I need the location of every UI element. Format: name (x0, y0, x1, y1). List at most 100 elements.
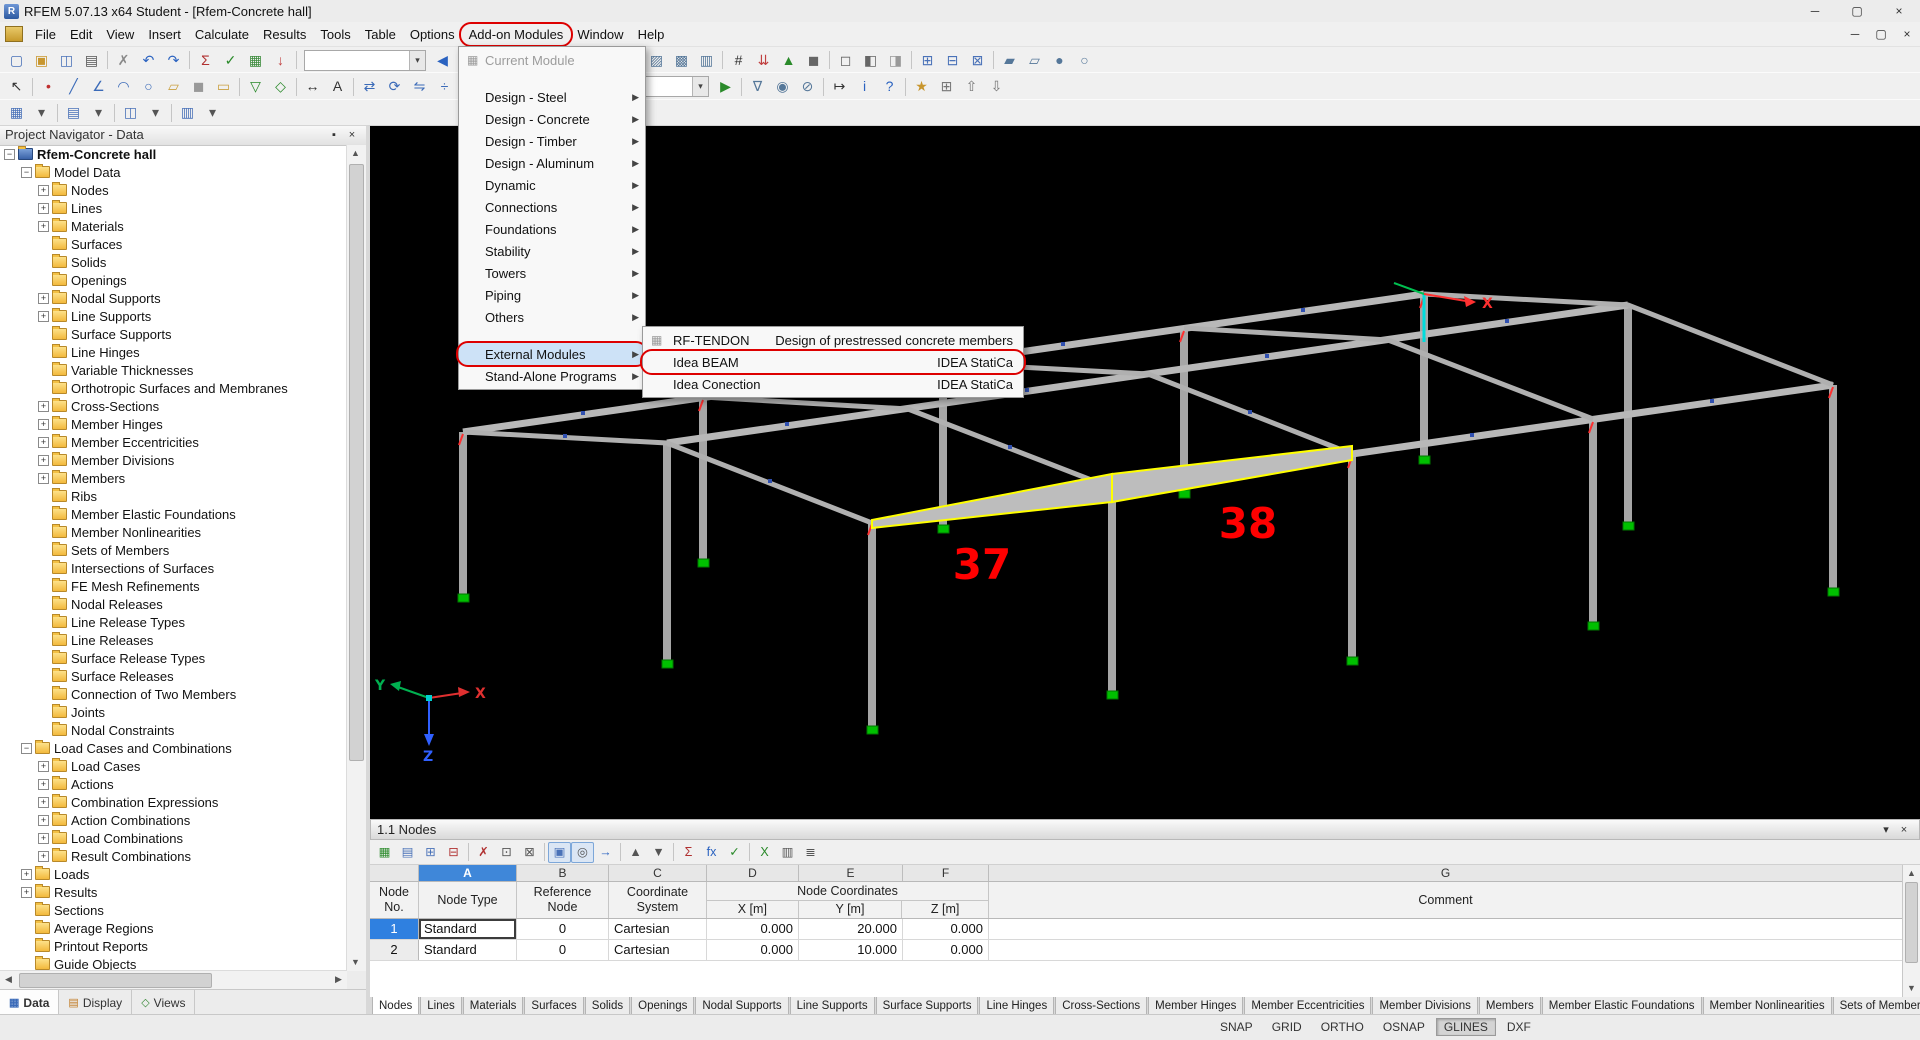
menu-item[interactable]: Foundations ▶ (459, 218, 645, 240)
column-letter-e[interactable]: E (799, 865, 903, 881)
divide-icon[interactable]: ÷ (432, 75, 457, 98)
close-panel-button[interactable]: × (343, 126, 361, 144)
grid-toggle-icon[interactable]: ● (1047, 49, 1072, 72)
menu-item[interactable]: Towers ▶ (459, 262, 645, 284)
view-xz-icon[interactable]: ▩ (669, 49, 694, 72)
table-tab[interactable]: Materials (463, 997, 524, 1015)
z-coordinate-cell[interactable]: 0.000 (903, 940, 989, 960)
show-loads-icon[interactable]: ⇊ (751, 49, 776, 72)
table-tab[interactable]: Surfaces (524, 997, 583, 1015)
comment-cell[interactable] (989, 940, 1903, 960)
tree-expander[interactable]: + (38, 221, 49, 232)
tree-expander[interactable]: + (38, 185, 49, 196)
tree-item-results[interactable]: + Results (0, 883, 347, 901)
table-panel-menu-button[interactable]: ▾ (1877, 821, 1895, 839)
tree-expander[interactable]: + (38, 779, 49, 790)
table-tab[interactable]: Line Hinges (979, 997, 1054, 1015)
navigator-tab[interactable]: ▦ Data (0, 990, 59, 1015)
status-toggle-button[interactable]: SNAP (1212, 1018, 1261, 1036)
visibility-icon[interactable]: ◉ (770, 75, 795, 98)
dimension-icon[interactable]: ↔ (300, 75, 325, 98)
draw-arc-icon[interactable]: ◠ (111, 75, 136, 98)
find-icon[interactable]: ◎ (571, 842, 594, 863)
tree-expander[interactable]: + (38, 311, 49, 322)
menu-item[interactable]: Others ▶ (459, 306, 645, 328)
draw-line-icon[interactable]: ╱ (61, 75, 86, 98)
submenu-item[interactable]: ▦ RF-TENDON Design of prestressed concre… (643, 329, 1023, 351)
tree-item-load-cases[interactable]: + Load Cases (0, 757, 347, 775)
menubar-item[interactable]: Tools (313, 24, 357, 45)
pin-panel-button[interactable]: ▪ (325, 126, 343, 144)
tree-item-member-elastic-foundations[interactable]: Member Elastic Foundations (0, 505, 347, 523)
tree-item-load-combinations[interactable]: + Load Combinations (0, 829, 347, 847)
show-supports-icon[interactable]: ▲ (776, 49, 801, 72)
draw-solid-icon[interactable]: ◼ (186, 75, 211, 98)
undo-icon[interactable]: ↶ (136, 49, 161, 72)
tree-item-materials[interactable]: + Materials (0, 217, 347, 235)
tree-expander[interactable]: + (38, 203, 49, 214)
check-entries-icon[interactable]: ✓ (723, 842, 746, 863)
sum-icon[interactable]: Σ (677, 842, 700, 863)
node-type-cell[interactable]: Standard (419, 919, 517, 939)
measure-icon[interactable]: ↦ (827, 75, 852, 98)
rendering-icon[interactable]: ◼ (801, 49, 826, 72)
menubar-item[interactable]: Insert (141, 24, 188, 45)
x-coordinate-cell[interactable]: 0.000 (707, 940, 799, 960)
table-tab[interactable]: Cross-Sections (1055, 997, 1147, 1015)
model-view-dropdown[interactable]: ▾ (29, 101, 54, 124)
clip-plane-icon[interactable]: ⊘ (795, 75, 820, 98)
tree-expander[interactable]: + (38, 437, 49, 448)
panel-toggle-icon[interactable]: ⊠ (965, 49, 990, 72)
submenu-item[interactable]: Idea Conection IDEA StatiCa (643, 373, 1023, 395)
mirror-icon[interactable]: ⇋ (407, 75, 432, 98)
load-cases-icon[interactable]: ↓ (268, 49, 293, 72)
tree-item-surface-releases[interactable]: Surface Releases (0, 667, 347, 685)
column-letter-d[interactable]: D (707, 865, 799, 881)
redo-icon[interactable]: ↷ (161, 49, 186, 72)
row-number-cell[interactable]: 2 (370, 940, 419, 960)
row-number-cell[interactable]: 1 (370, 919, 419, 939)
transparent-view-icon[interactable]: ◨ (883, 49, 908, 72)
tree-expander[interactable]: − (21, 743, 32, 754)
table-tab[interactable]: Openings (631, 997, 694, 1015)
tree-item-variable-thicknesses[interactable]: Variable Thicknesses (0, 361, 347, 379)
chevron-down-icon[interactable]: ▾ (692, 77, 708, 96)
scroll-up-icon[interactable]: ▲ (347, 145, 364, 162)
draw-circle-icon[interactable]: ○ (136, 75, 161, 98)
tree-item-nodal-releases[interactable]: Nodal Releases (0, 595, 347, 613)
tree-expander[interactable]: + (38, 473, 49, 484)
tree-item-combination-expressions[interactable]: + Combination Expressions (0, 793, 347, 811)
navigator-tab[interactable]: ▤ Display (59, 990, 132, 1015)
tree-expander[interactable]: + (21, 869, 32, 880)
tree-item-connection-of-two-members[interactable]: Connection of Two Members (0, 685, 347, 703)
maximize-button[interactable]: ▢ (1836, 0, 1878, 22)
tree-item-guide-objects[interactable]: Guide Objects (0, 955, 347, 971)
tree-item-openings[interactable]: Openings (0, 271, 347, 289)
paste-row-icon[interactable]: ⊠ (518, 842, 541, 863)
table-tab[interactable]: Nodal Supports (695, 997, 788, 1015)
save-icon[interactable]: ◫ (54, 49, 79, 72)
tree-item-lines[interactable]: + Lines (0, 199, 347, 217)
select-all-icon[interactable]: ▣ (548, 842, 571, 863)
generate-icon[interactable]: ★ (909, 75, 934, 98)
check-model-icon[interactable]: ✓ (218, 49, 243, 72)
fullscreen-icon[interactable]: ▰ (997, 49, 1022, 72)
display-properties-dropdown[interactable]: ▾ (143, 101, 168, 124)
member-hinge-icon[interactable]: ◇ (268, 75, 293, 98)
display-properties-icon[interactable]: ◫ (118, 101, 143, 124)
open-file-icon[interactable]: ▣ (29, 49, 54, 72)
delete-row-icon[interactable]: ⊟ (442, 842, 465, 863)
tree-item-intersections-of-surfaces[interactable]: Intersections of Surfaces (0, 559, 347, 577)
menu-item[interactable]: Stand-Alone Programs ▶ (459, 365, 645, 387)
insert-row-icon[interactable]: ⊞ (419, 842, 442, 863)
nav-back-icon[interactable]: ◀ (430, 49, 455, 72)
tree-item-sets-of-members[interactable]: Sets of Members (0, 541, 347, 559)
menubar-item[interactable]: Options (403, 24, 462, 45)
scroll-down-icon[interactable]: ▼ (347, 954, 364, 971)
y-coordinate-cell[interactable]: 10.000 (799, 940, 903, 960)
mdi-restore-button[interactable]: ▢ (1868, 24, 1894, 44)
tree-expander[interactable]: + (38, 797, 49, 808)
tree-item-members[interactable]: + Members (0, 469, 347, 487)
tree-item-member-eccentricities[interactable]: + Member Eccentricities (0, 433, 347, 451)
tree-item-load-cases-combinations[interactable]: − Load Cases and Combinations (0, 739, 347, 757)
